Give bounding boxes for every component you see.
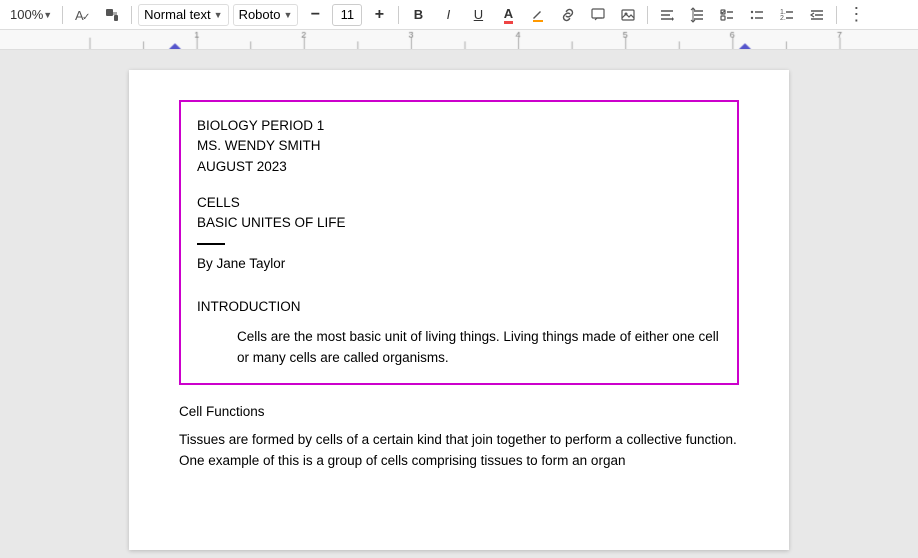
indent-decrease-button[interactable] — [804, 3, 830, 27]
spellcheck-icon[interactable]: A✓ — [69, 3, 95, 27]
separator-1 — [62, 6, 63, 24]
insert-comment-button[interactable] — [585, 3, 611, 27]
toolbar: 100% ▼ A✓ Normal text ▼ Roboto ▼ − 11 + … — [0, 0, 918, 30]
paint-format-icon[interactable] — [99, 3, 125, 27]
zoom-indicator[interactable]: 100% ▼ — [6, 5, 56, 24]
ruler-canvas — [0, 30, 918, 49]
separator-3 — [398, 6, 399, 24]
cell-functions-heading: Cell Functions — [179, 403, 739, 422]
font-dropdown[interactable]: Roboto ▼ — [233, 4, 299, 26]
document-page[interactable]: BIOLOGY PERIOD 1 MS. WENDY SMITH AUGUST … — [129, 70, 789, 550]
insert-image-button[interactable] — [615, 3, 641, 27]
underline-button[interactable]: U — [465, 3, 491, 27]
title-line-1: BIOLOGY PERIOD 1 — [197, 116, 721, 136]
title-line-2: MS. WENDY SMITH — [197, 136, 721, 156]
checklist-button[interactable] — [714, 3, 740, 27]
font-chevron-icon: ▼ — [283, 10, 292, 20]
paragraph-style-dropdown[interactable]: Normal text ▼ — [138, 4, 228, 26]
insert-link-button[interactable] — [555, 3, 581, 27]
more-options-button[interactable]: ⋮ — [843, 3, 869, 27]
separator-5 — [836, 6, 837, 24]
paragraph-style-label: Normal text — [144, 7, 210, 22]
subtitle-line-1: CELLS — [197, 193, 721, 213]
zoom-value: 100% — [10, 7, 43, 22]
decrease-font-icon[interactable]: − — [302, 3, 328, 27]
divider-line — [197, 243, 225, 245]
selected-content-block[interactable]: BIOLOGY PERIOD 1 MS. WENDY SMITH AUGUST … — [179, 100, 739, 385]
align-button[interactable] — [654, 3, 680, 27]
zoom-chevron-icon: ▼ — [43, 10, 52, 20]
introduction-paragraph: Cells are the most basic unit of living … — [197, 327, 721, 369]
ruler — [0, 30, 918, 50]
subtitle-group: CELLS BASIC UNITES OF LIFE — [197, 193, 721, 234]
title-group: BIOLOGY PERIOD 1 MS. WENDY SMITH AUGUST … — [197, 116, 721, 177]
style-chevron-icon: ▼ — [214, 10, 223, 20]
font-size-box: 11 — [332, 4, 362, 26]
introduction-heading: INTRODUCTION — [197, 298, 721, 317]
bullet-list-button[interactable] — [744, 3, 770, 27]
highlight-color-button[interactable] — [525, 3, 551, 27]
separator-2 — [131, 6, 132, 24]
numbered-list-button[interactable]: 1.2. — [774, 3, 800, 27]
svg-text:2.: 2. — [780, 15, 786, 22]
subtitle-line-2: BASIC UNITES OF LIFE — [197, 213, 721, 233]
font-label: Roboto — [239, 7, 281, 22]
bold-button[interactable]: B — [405, 3, 431, 27]
italic-button[interactable]: I — [435, 3, 461, 27]
title-line-3: AUGUST 2023 — [197, 157, 721, 177]
document-area[interactable]: BIOLOGY PERIOD 1 MS. WENDY SMITH AUGUST … — [0, 50, 918, 558]
text-color-button[interactable]: A — [495, 3, 521, 27]
author-line: By Jane Taylor — [197, 255, 721, 274]
line-spacing-button[interactable] — [684, 3, 710, 27]
increase-font-icon[interactable]: + — [366, 3, 392, 27]
font-size-input[interactable]: 11 — [335, 7, 359, 22]
separator-4 — [647, 6, 648, 24]
body-paragraph: Tissues are formed by cells of a certain… — [179, 430, 739, 472]
svg-text:✓: ✓ — [82, 12, 90, 23]
